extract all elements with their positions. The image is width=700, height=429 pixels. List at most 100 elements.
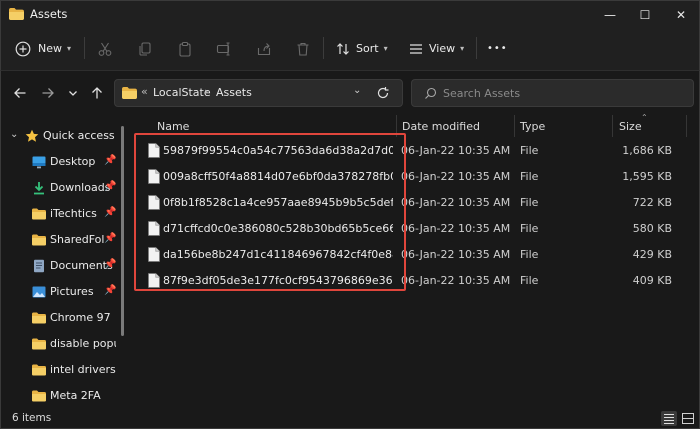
delete-button[interactable] (295, 27, 311, 70)
folder-icon (32, 364, 46, 376)
navigation-pane: ⌄ Quick access Desktop 📌 Downloads 📌 iTe… (0, 114, 131, 409)
file-date: 06-Jan-22 10:35 AM (401, 170, 511, 183)
column-header-type[interactable]: Type (520, 114, 545, 138)
more-icon: ••• (487, 43, 508, 54)
folder-icon (32, 234, 46, 246)
address-bar[interactable]: « LocalState › Assets ⌄ (114, 79, 403, 107)
pin-icon: 📌 (104, 285, 117, 296)
file-date: 06-Jan-22 10:35 AM (401, 144, 511, 157)
sidebar-scrollbar[interactable] (121, 126, 124, 336)
file-type: File (520, 222, 539, 235)
sidebar-item-disable-popup[interactable]: disable popup (1, 331, 121, 357)
chevron-down-icon[interactable]: ⌄ (353, 85, 361, 96)
column-header-size[interactable]: Size (619, 114, 642, 138)
copy-icon (139, 41, 151, 56)
sidebar-item-pictures[interactable]: Pictures 📌 (1, 279, 121, 305)
column-divider[interactable] (686, 115, 687, 137)
sidebar-item-meta-2fa[interactable]: Meta 2FA (1, 383, 121, 409)
file-date: 06-Jan-22 10:35 AM (401, 274, 511, 287)
details-view-button[interactable] (661, 411, 677, 426)
search-box[interactable]: Search Assets (411, 79, 694, 107)
back-button[interactable] (10, 83, 30, 103)
chevron-down-icon: ▾ (460, 44, 465, 53)
rename-button[interactable] (216, 27, 232, 70)
file-size: 1,595 KB (622, 170, 672, 183)
share-button[interactable] (256, 27, 272, 70)
file-size: 722 KB (632, 196, 672, 209)
cut-button[interactable] (97, 27, 113, 70)
clipboard-icon (179, 41, 191, 57)
refresh-icon (377, 87, 389, 99)
chevron-down-icon: ▾ (383, 44, 388, 53)
breadcrumb-assets[interactable]: Assets (216, 86, 252, 99)
tiles-view-button[interactable] (680, 411, 696, 426)
more-options-button[interactable]: ••• (487, 27, 508, 70)
trash-icon (297, 42, 309, 56)
file-size: 429 KB (632, 248, 672, 261)
chevron-down-icon (69, 91, 77, 96)
forward-button[interactable] (38, 83, 58, 103)
folder-icon (32, 312, 46, 324)
sidebar-item-intel-drivers[interactable]: intel drivers (1, 357, 121, 383)
column-header-date[interactable]: Date modified (402, 114, 480, 138)
chevron-down-icon[interactable]: ⌄ (10, 129, 18, 140)
sidebar-item-sharedfolder[interactable]: SharedFolde 📌 (1, 227, 121, 253)
file-date: 06-Jan-22 10:35 AM (401, 248, 511, 261)
pictures-icon (32, 286, 46, 298)
arrow-left-icon (14, 88, 26, 98)
sort-indicator-icon: ⌃ (641, 113, 648, 122)
pin-icon: 📌 (104, 259, 117, 270)
folder-icon (32, 338, 46, 350)
status-bar: 6 items (0, 409, 700, 429)
file-date: 06-Jan-22 10:35 AM (401, 222, 511, 235)
sidebar-item-label: Chrome 97 (50, 311, 111, 324)
new-label: New (38, 42, 62, 55)
search-icon (425, 87, 437, 99)
up-button[interactable] (87, 83, 107, 103)
close-button[interactable]: ✕ (658, 1, 700, 28)
title-bar: Assets — ☐ ✕ (0, 0, 700, 27)
folder-icon (32, 390, 46, 402)
arrow-up-icon (92, 87, 102, 99)
breadcrumb-localstate[interactable]: LocalState (153, 86, 211, 99)
file-date: 06-Jan-22 10:35 AM (401, 196, 511, 209)
sidebar-item-downloads[interactable]: Downloads 📌 (1, 175, 121, 201)
sidebar-item-quick-access[interactable]: ⌄ Quick access (1, 123, 121, 149)
star-icon (25, 129, 39, 142)
document-icon (34, 259, 44, 273)
search-input[interactable]: Search Assets (443, 87, 520, 100)
view-button[interactable]: View ▾ (408, 27, 464, 70)
sidebar-item-documents[interactable]: Documents 📌 (1, 253, 121, 279)
plus-icon (15, 41, 31, 56)
refresh-button[interactable] (373, 83, 393, 103)
sidebar-item-chrome97[interactable]: Chrome 97 (1, 305, 121, 331)
divider (476, 37, 477, 59)
folder-icon (9, 8, 24, 20)
sidebar-item-desktop[interactable]: Desktop 📌 (1, 149, 121, 175)
folder-icon (122, 87, 137, 99)
overflow-icon[interactable]: « (141, 85, 148, 98)
pin-icon: 📌 (104, 155, 117, 166)
sort-icon (337, 42, 349, 55)
share-icon (257, 42, 271, 55)
paste-button[interactable] (177, 27, 193, 70)
sidebar-item-itechtics[interactable]: iTechtics 📌 (1, 201, 121, 227)
column-divider[interactable] (612, 115, 613, 137)
copy-button[interactable] (137, 27, 153, 70)
sidebar-item-label: disable popup (50, 337, 116, 350)
tiles-view-icon (682, 413, 694, 424)
sort-button[interactable]: Sort ▾ (335, 27, 388, 70)
file-size: 409 KB (632, 274, 672, 287)
item-count: 6 items (12, 412, 52, 424)
divider (323, 37, 324, 59)
chevron-right-icon[interactable]: › (204, 85, 208, 98)
pin-icon: 📌 (104, 233, 117, 244)
view-list-icon (410, 43, 422, 54)
file-type: File (520, 274, 539, 287)
new-button[interactable]: New ▾ (15, 27, 71, 70)
recent-locations-button[interactable] (63, 83, 83, 103)
column-divider[interactable] (514, 115, 515, 137)
minimize-icon: — (604, 7, 616, 22)
file-size: 1,686 KB (622, 144, 672, 157)
file-size: 580 KB (632, 222, 672, 235)
